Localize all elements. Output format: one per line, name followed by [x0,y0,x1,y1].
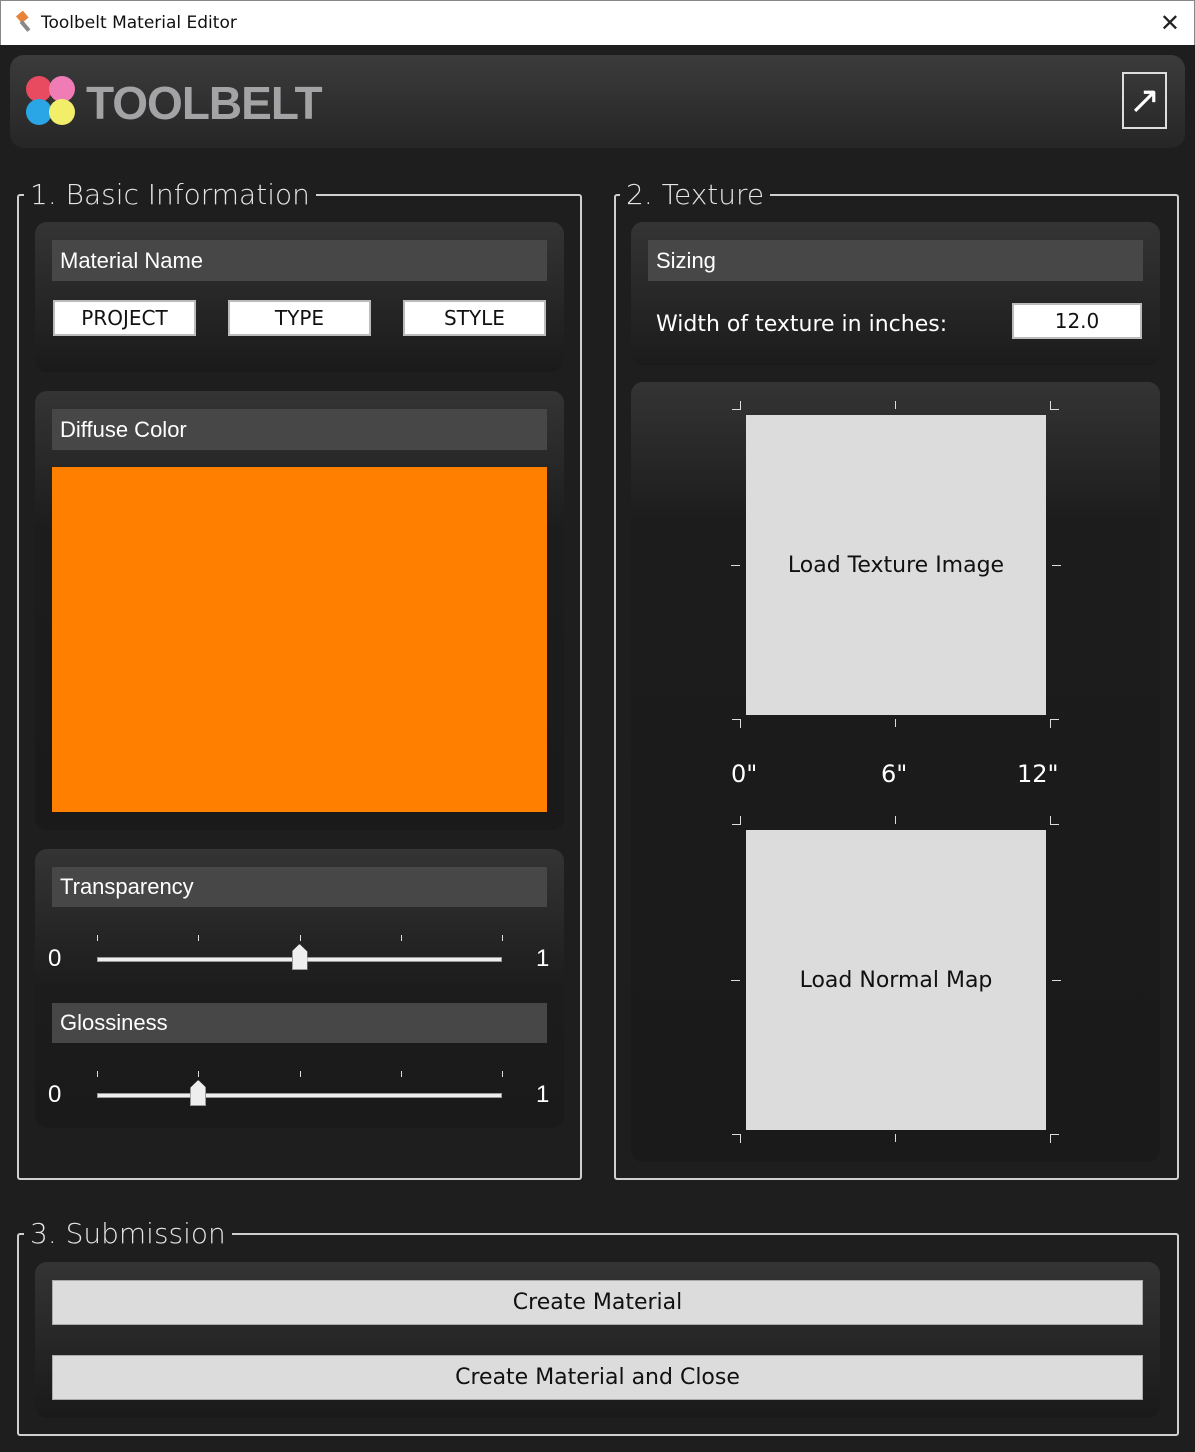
slider-tick [502,1071,503,1077]
guide-mark [731,980,740,981]
slider-tick [97,1071,98,1077]
texture-legend: 2. Texture [620,178,771,211]
guide-mark [895,816,896,824]
title-bar: Toolbelt Material Editor ✕ [0,0,1195,45]
create-material-and-close-button[interactable]: Create Material and Close [52,1355,1143,1400]
guide-mark [1050,409,1059,410]
window-title: Toolbelt Material Editor [41,13,237,33]
arrow-up-right-icon: ↗ [1128,80,1161,122]
slider-tick [97,935,98,941]
load-texture-image-button[interactable]: Load Texture Image [746,415,1046,715]
glossiness-header: Glossiness [52,1003,547,1043]
slider-tick [299,935,301,941]
scale-label-0: 0" [731,760,758,788]
diffuse-color-swatch[interactable] [52,467,547,812]
type-button[interactable]: TYPE [228,300,371,336]
slider-thumb[interactable] [291,944,308,970]
transparency-max: 1 [536,945,550,972]
export-button[interactable]: ↗ [1122,72,1167,129]
project-button[interactable]: PROJECT [53,300,196,336]
guide-mark [731,565,740,566]
load-normal-map-button[interactable]: Load Normal Map [746,830,1046,1130]
slider-tick [198,935,200,941]
width-label: Width of texture in inches: [656,312,948,337]
guide-mark [895,401,896,409]
glossiness-slider[interactable] [97,1071,503,1111]
slider-tick [400,1071,402,1077]
close-icon[interactable]: ✕ [1160,9,1180,38]
guide-mark [1050,1134,1059,1135]
submission-legend: 3. Submission [24,1217,232,1250]
logo-text: TOOLBELT [86,77,323,129]
guide-mark [740,719,741,728]
guide-mark [1050,719,1051,728]
slider-tick [400,935,402,941]
guide-mark [1050,1134,1051,1143]
guide-mark [732,409,741,410]
diffuse-color-header: Diffuse Color [52,409,547,450]
transparency-header: Transparency [52,867,547,907]
slider-thumb[interactable] [190,1080,207,1106]
guide-mark [732,824,741,825]
guide-mark [1050,824,1059,825]
sizing-header: Sizing [648,240,1143,281]
guide-mark [1050,719,1059,720]
transparency-slider[interactable] [97,935,503,975]
glossiness-min: 0 [48,1081,62,1108]
guide-mark [895,1134,896,1142]
guide-mark [732,719,741,720]
material-name-header: Material Name [52,240,547,281]
scale-label-12: 12" [1017,760,1059,788]
guide-mark [740,1134,741,1143]
slider-tick [502,935,503,941]
slider-track[interactable] [97,1093,502,1098]
basic-information-legend: 1. Basic Information [24,178,316,211]
create-material-button[interactable]: Create Material [52,1280,1143,1325]
guide-mark [1052,980,1061,981]
transparency-min: 0 [48,945,62,972]
guide-mark [895,719,896,727]
glossiness-max: 1 [536,1081,550,1108]
width-input[interactable]: 12.0 [1012,303,1142,339]
toolbelt-logo-icon [26,76,75,125]
style-button[interactable]: STYLE [403,300,546,336]
guide-mark [1052,565,1061,566]
slider-tick [198,1071,200,1077]
scale-label-6: 6" [881,760,908,788]
paintbrush-icon [15,11,31,32]
guide-mark [732,1134,741,1135]
slider-tick [299,1071,301,1077]
